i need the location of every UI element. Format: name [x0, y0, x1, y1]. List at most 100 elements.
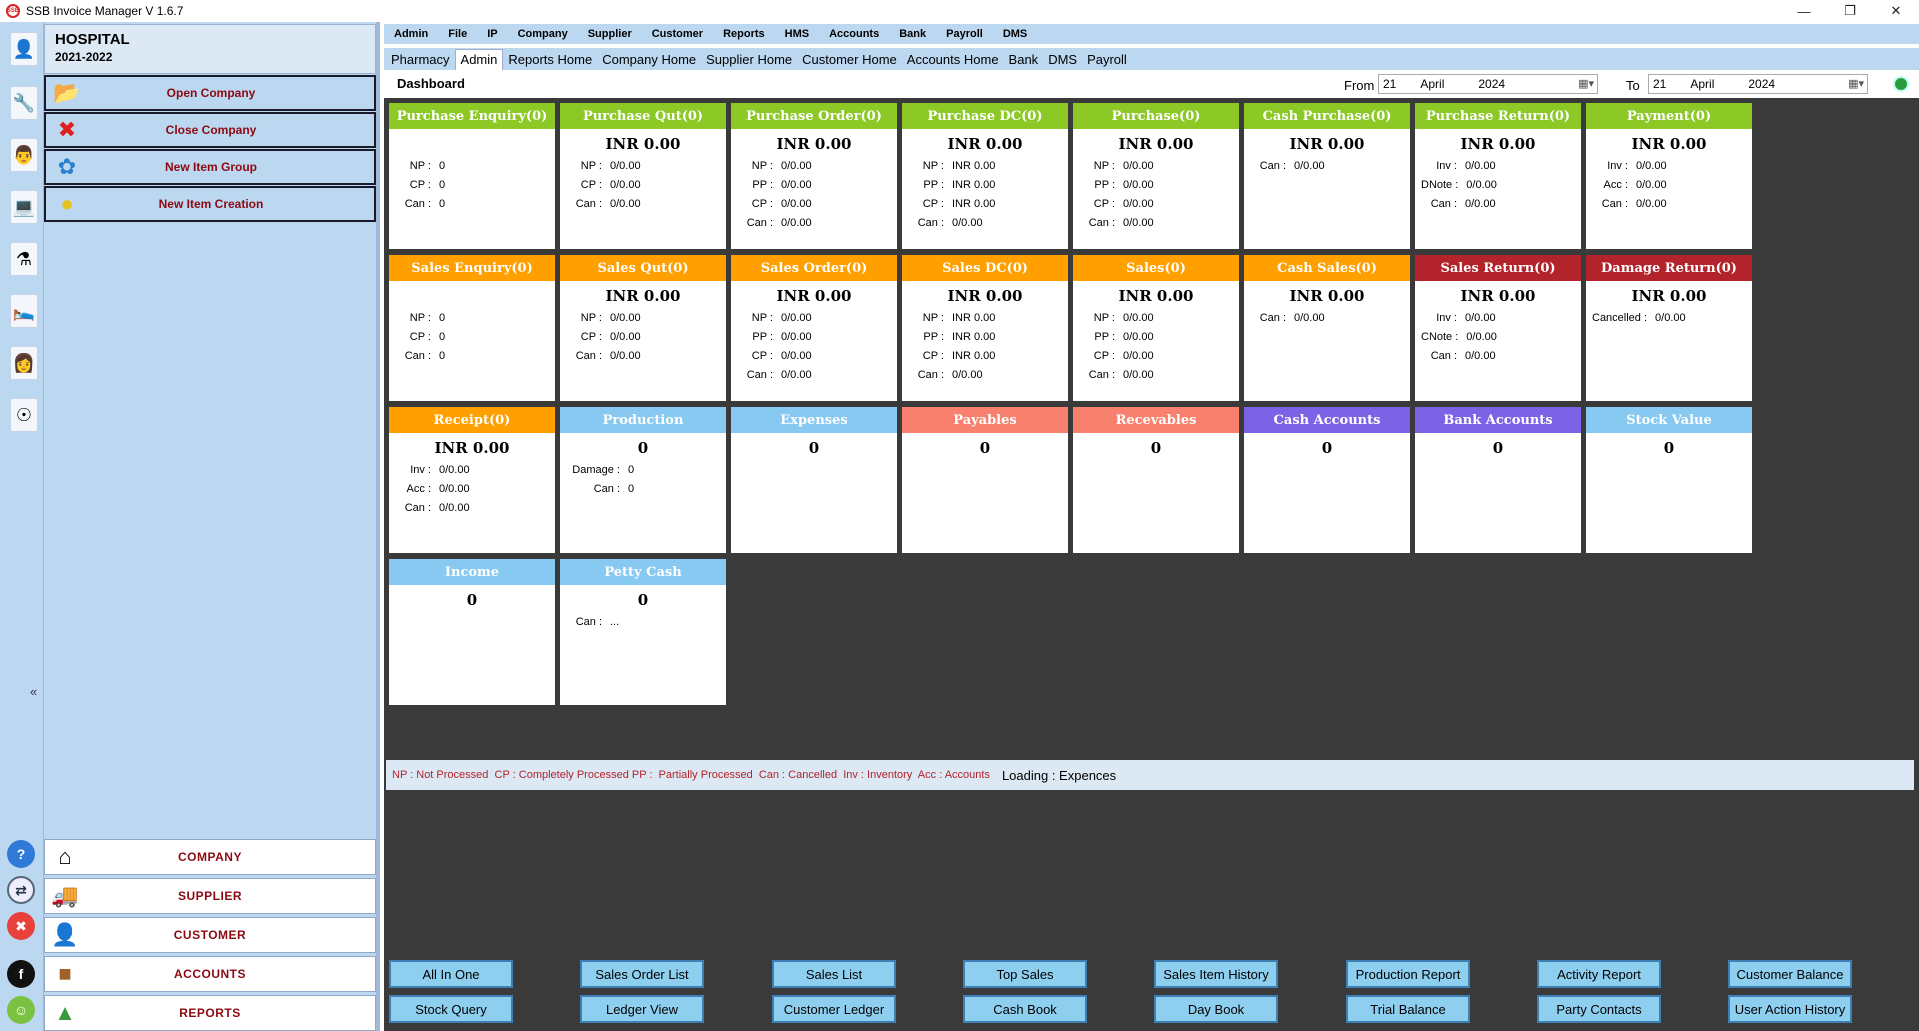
- dashboard-card[interactable]: Cash Sales(0) INR 0.00 Can : 0/0.00: [1244, 255, 1410, 401]
- report-button-all-in-one[interactable]: All In One: [389, 960, 513, 988]
- tools-icon[interactable]: 🔧: [10, 86, 38, 120]
- menu-reports[interactable]: Reports: [723, 28, 765, 40]
- nav-accounts-button[interactable]: ■ ACCOUNTS: [44, 956, 376, 992]
- card-row: Inv : 0/0.00: [389, 461, 555, 480]
- doctor-icon[interactable]: 👨: [10, 138, 38, 172]
- menu-accounts[interactable]: Accounts: [829, 28, 879, 40]
- tab-dms[interactable]: DMS: [1043, 50, 1082, 70]
- monitor-icon[interactable]: 💻: [10, 190, 38, 224]
- dashboard-card[interactable]: Payment(0) INR 0.00 Inv : 0/0.00 Acc : 0/0.00…: [1586, 103, 1752, 249]
- menu-bank[interactable]: Bank: [899, 28, 926, 40]
- report-button-day-book[interactable]: Day Book: [1154, 995, 1278, 1023]
- dashboard-card[interactable]: Cash Accounts 0: [1244, 407, 1410, 553]
- report-button-party-contacts[interactable]: Party Contacts: [1537, 995, 1661, 1023]
- calendar-dropdown-icon[interactable]: ▦▾: [1578, 77, 1594, 90]
- calendar-dropdown-icon[interactable]: ▦▾: [1848, 77, 1864, 90]
- tab-pharmacy[interactable]: Pharmacy: [386, 50, 455, 70]
- report-button-customer-ledger[interactable]: Customer Ledger: [772, 995, 896, 1023]
- menu-hms[interactable]: HMS: [785, 28, 809, 40]
- report-button-sales-item-history[interactable]: Sales Item History: [1154, 960, 1278, 988]
- tab-admin[interactable]: Admin: [454, 49, 504, 70]
- nav-supplier-button[interactable]: 🚚 SUPPLIER: [44, 878, 376, 914]
- tab-payroll[interactable]: Payroll: [1082, 50, 1132, 70]
- report-button-user-action-history[interactable]: User Action History: [1728, 995, 1852, 1023]
- social-icon[interactable]: f: [7, 960, 35, 988]
- dashboard-card[interactable]: Sales DC(0) INR 0.00 NP : INR 0.00 PP : INR 0…: [902, 255, 1068, 401]
- dashboard-card[interactable]: Sales Return(0) INR 0.00 Inv :0/0.00 CNote …: [1415, 255, 1581, 401]
- report-button-sales-order-list[interactable]: Sales Order List: [580, 960, 704, 988]
- dashboard-card[interactable]: Payables 0: [902, 407, 1068, 553]
- dashboard-card[interactable]: Recevables 0: [1073, 407, 1239, 553]
- report-button-customer-balance[interactable]: Customer Balance: [1728, 960, 1852, 988]
- dashboard-card[interactable]: Income 0: [389, 559, 555, 705]
- menu-dms[interactable]: DMS: [1003, 28, 1027, 40]
- close-icon[interactable]: ✕: [1873, 0, 1919, 22]
- menu-payroll[interactable]: Payroll: [946, 28, 983, 40]
- scan-icon[interactable]: ☉: [10, 398, 38, 432]
- menu-customer[interactable]: Customer: [652, 28, 703, 40]
- support-icon[interactable]: ☺: [7, 996, 35, 1024]
- report-button-stock-query[interactable]: Stock Query: [389, 995, 513, 1023]
- menu-supplier[interactable]: Supplier: [588, 28, 632, 40]
- refresh-icon[interactable]: [1893, 76, 1909, 92]
- tab-reports-home[interactable]: Reports Home: [503, 50, 597, 70]
- user-icon[interactable]: 👤: [10, 32, 38, 66]
- dashboard-card[interactable]: Petty Cash 0 Can :...: [560, 559, 726, 705]
- dashboard-card[interactable]: Sales Qut(0) INR 0.00 NP : 0/0.00 CP : 0/0.00…: [560, 255, 726, 401]
- card-amount: 0: [466, 591, 478, 609]
- help-icon[interactable]: ?: [7, 840, 35, 868]
- menu-file[interactable]: File: [448, 28, 467, 40]
- dashboard-card[interactable]: Expenses 0: [731, 407, 897, 553]
- card-row-value: 0/0.00: [1123, 331, 1154, 343]
- report-button-ledger-view[interactable]: Ledger View: [580, 995, 704, 1023]
- dashboard-card[interactable]: Production 0 Damage : 0 Can : 0: [560, 407, 726, 553]
- menu-ip[interactable]: IP: [487, 28, 497, 40]
- open-company-button[interactable]: 📂 Open Company: [44, 75, 376, 111]
- dashboard-card[interactable]: Sales(0) INR 0.00 NP :0/0.00 PP :0/0.00 CP :…: [1073, 255, 1239, 401]
- bed-icon[interactable]: 🛌: [10, 294, 38, 328]
- to-date-picker[interactable]: 21 April 2024 ▦▾: [1648, 74, 1868, 94]
- dashboard-card[interactable]: Purchase(0) INR 0.00 NP :0/0.00 PP :0/0.00 C…: [1073, 103, 1239, 249]
- report-button-production-report[interactable]: Production Report: [1346, 960, 1470, 988]
- report-button-cash-book[interactable]: Cash Book: [963, 995, 1087, 1023]
- tab-company-home[interactable]: Company Home: [597, 50, 701, 70]
- new-item-creation-button[interactable]: ● New Item Creation: [44, 186, 376, 222]
- close-company-button[interactable]: ✖ Close Company: [44, 112, 376, 148]
- collapse-panel-icon[interactable]: «: [30, 684, 37, 699]
- nav-reports-button[interactable]: ▲ REPORTS: [44, 995, 376, 1031]
- new-item-group-button[interactable]: ✿ New Item Group: [44, 149, 376, 185]
- tab-bank[interactable]: Bank: [1004, 50, 1044, 70]
- dashboard-card[interactable]: Purchase Qut(0) INR 0.00 NP : 0/0.00 CP : 0/0…: [560, 103, 726, 249]
- minimize-icon[interactable]: —: [1781, 0, 1827, 22]
- report-button-sales-list[interactable]: Sales List: [772, 960, 896, 988]
- dashboard-card[interactable]: Cash Purchase(0) INR 0.00 Can : 0/0.00: [1244, 103, 1410, 249]
- dashboard-card[interactable]: Receipt(0) INR 0.00 Inv : 0/0.00 Acc : 0/0.00…: [389, 407, 555, 553]
- tab-customer-home[interactable]: Customer Home: [797, 50, 902, 70]
- exit-icon[interactable]: ✖: [7, 912, 35, 940]
- nav-customer-button[interactable]: 👤 CUSTOMER: [44, 917, 376, 953]
- card-row-label: NP :: [751, 160, 773, 172]
- nav-company-button[interactable]: ⌂ COMPANY: [44, 839, 376, 875]
- report-button-top-sales[interactable]: Top Sales: [963, 960, 1087, 988]
- menu-company[interactable]: Company: [518, 28, 568, 40]
- dashboard-card[interactable]: Damage Return(0) INR 0.00 Cancelled : 0/0.0…: [1586, 255, 1752, 401]
- nurse-icon[interactable]: 👩: [10, 346, 38, 380]
- dashboard-card[interactable]: Stock Value 0: [1586, 407, 1752, 553]
- tab-accounts-home[interactable]: Accounts Home: [902, 50, 1004, 70]
- menu-admin[interactable]: Admin: [394, 28, 428, 40]
- dashboard-card[interactable]: Purchase Return(0) INR 0.00 Inv :0/0.00 DNo…: [1415, 103, 1581, 249]
- dashboard-card[interactable]: Purchase Order(0) INR 0.00 NP : 0/0.00 PP : 0…: [731, 103, 897, 249]
- maximize-icon[interactable]: ❐: [1827, 0, 1873, 22]
- report-button-activity-report[interactable]: Activity Report: [1537, 960, 1661, 988]
- tab-supplier-home[interactable]: Supplier Home: [701, 50, 797, 70]
- switch-icon[interactable]: ⇄: [7, 876, 35, 904]
- from-date-picker[interactable]: 21 April 2024 ▦▾: [1378, 74, 1598, 94]
- dashboard-card[interactable]: Purchase DC(0) INR 0.00 NP : INR 0.00 PP : IN…: [902, 103, 1068, 249]
- dashboard-card[interactable]: Bank Accounts 0: [1415, 407, 1581, 553]
- report-button-trial-balance[interactable]: Trial Balance: [1346, 995, 1470, 1023]
- dashboard-card[interactable]: Purchase Enquiry(0) NP : 0 CP : 0 Can : 0: [389, 103, 555, 249]
- dashboard-card[interactable]: Sales Order(0) INR 0.00 NP : 0/0.00 PP : 0/0.…: [731, 255, 897, 401]
- dashboard-card[interactable]: Sales Enquiry(0) NP : 0 CP : 0 Can : 0: [389, 255, 555, 401]
- card-row: Can : 0/0.00: [1244, 309, 1410, 328]
- lab-flask-icon[interactable]: ⚗: [10, 242, 38, 276]
